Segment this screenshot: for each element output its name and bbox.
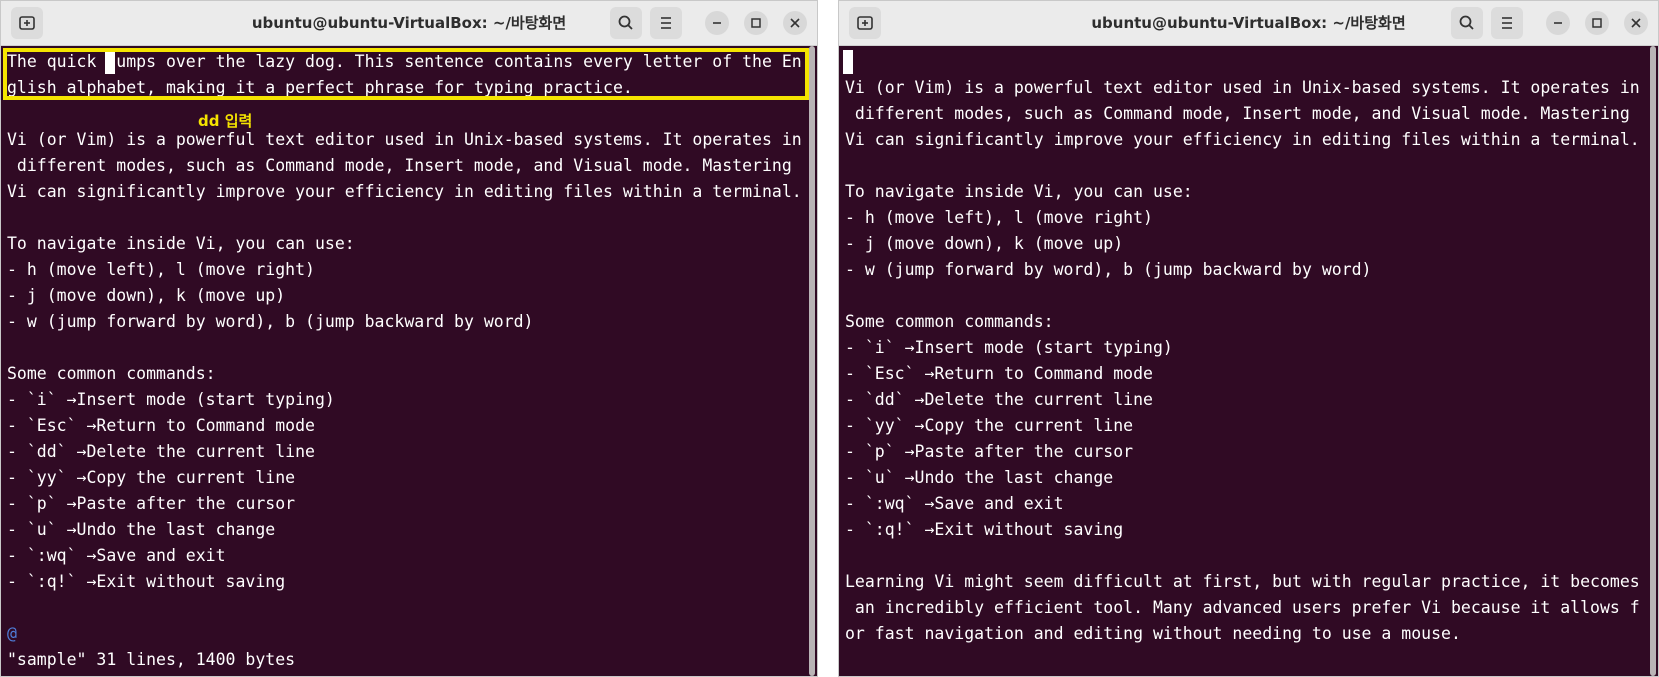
text-line: To navigate inside Vi, you can use: xyxy=(845,182,1193,201)
search-icon xyxy=(618,15,633,30)
maximize-icon xyxy=(751,18,761,28)
search-button[interactable] xyxy=(610,7,642,39)
minimize-button[interactable] xyxy=(705,11,729,35)
text-line: - `p` →Paste after the cursor xyxy=(845,442,1134,461)
highlight-box xyxy=(3,48,809,100)
text-line: Vi can significantly improve your effici… xyxy=(845,130,1640,149)
text-line: or fast navigation and editing without n… xyxy=(845,624,1461,643)
text-line: different modes, such as Command mode, I… xyxy=(845,104,1630,123)
text-line: - w (jump forward by word), b (jump back… xyxy=(7,312,534,331)
text-line: - `:wq` →Save and exit xyxy=(7,546,226,565)
menu-button[interactable] xyxy=(1491,7,1523,39)
new-tab-icon xyxy=(857,16,873,30)
hamburger-menu-icon xyxy=(1502,17,1512,29)
text-line: To navigate inside Vi, you can use: xyxy=(7,234,355,253)
menu-button[interactable] xyxy=(650,7,682,39)
terminal-window-right: ubuntu@ubuntu-VirtualBox: ~/바탕화면 Vi (or … xyxy=(838,0,1659,677)
maximize-icon xyxy=(1592,18,1602,28)
text-line: Learning Vi might seem difficult at firs… xyxy=(845,572,1640,591)
text-line: Some common commands: xyxy=(7,364,216,383)
text-line: - `Esc` →Return to Command mode xyxy=(845,364,1153,383)
minimize-icon xyxy=(713,22,721,24)
search-button[interactable] xyxy=(1451,7,1483,39)
text-line: - j (move down), k (move up) xyxy=(845,234,1124,253)
new-tab-icon xyxy=(19,16,35,30)
status-line: "sample" 31 lines, 1400 bytes xyxy=(7,650,296,669)
text-line: - `yy` →Copy the current line xyxy=(845,416,1134,435)
text-line: Vi (or Vim) is a powerful text editor us… xyxy=(7,130,802,149)
text-line: - `u` →Undo the last change xyxy=(845,468,1114,487)
close-icon xyxy=(1631,18,1641,28)
text-line: Some common commands: xyxy=(845,312,1054,331)
text-line: different modes, such as Command mode, I… xyxy=(7,156,792,175)
text-line: - `:wq` →Save and exit xyxy=(845,494,1064,513)
window-title: ubuntu@ubuntu-VirtualBox: ~/바탕화면 xyxy=(1091,14,1406,32)
text-line: - w (jump forward by word), b (jump back… xyxy=(845,260,1372,279)
scrollbar[interactable] xyxy=(809,46,815,676)
text-line: - `:q!` →Exit without saving xyxy=(845,520,1124,539)
text-cursor xyxy=(843,50,853,74)
text-line: - `dd` →Delete the current line xyxy=(845,390,1153,409)
close-button[interactable] xyxy=(783,11,807,35)
text-line: - `p` →Paste after the cursor xyxy=(7,494,296,513)
text-line: - h (move left), l (move right) xyxy=(845,208,1153,227)
text-line: an incredibly efficient tool. Many advan… xyxy=(845,598,1640,617)
text-line: - `:q!` →Exit without saving xyxy=(7,572,286,591)
text-line: - h (move left), l (move right) xyxy=(7,260,315,279)
scrollbar[interactable] xyxy=(1650,46,1656,676)
new-tab-button[interactable] xyxy=(849,7,881,39)
text-line: Vi (or Vim) is a powerful text editor us… xyxy=(845,78,1640,97)
new-tab-button[interactable] xyxy=(11,7,43,39)
title-bar[interactable]: ubuntu@ubuntu-VirtualBox: ~/바탕화면 xyxy=(1,1,817,46)
text-line: Vi can significantly improve your effici… xyxy=(7,182,802,201)
text-line: - `u` →Undo the last change xyxy=(7,520,276,539)
terminal-window-left: ubuntu@ubuntu-VirtualBox: ~/바탕화면 The qui… xyxy=(0,0,818,677)
maximize-button[interactable] xyxy=(744,11,768,35)
text-line: - `i` →Insert mode (start typing) xyxy=(7,390,335,409)
hamburger-menu-icon xyxy=(661,17,671,29)
close-button[interactable] xyxy=(1624,11,1648,35)
minimize-icon xyxy=(1554,22,1562,24)
minimize-button[interactable] xyxy=(1546,11,1570,35)
annotation-label: dd 입력 xyxy=(198,112,253,130)
title-bar[interactable]: ubuntu@ubuntu-VirtualBox: ~/바탕화면 xyxy=(839,1,1658,46)
text-line: - j (move down), k (move up) xyxy=(7,286,286,305)
search-icon xyxy=(1459,15,1474,30)
terminal-content[interactable]: The quick jumps over the lazy dog. This … xyxy=(1,46,817,676)
text-line: - `Esc` →Return to Command mode xyxy=(7,416,315,435)
text-line: - `dd` →Delete the current line xyxy=(7,442,315,461)
continuation-marker: @ xyxy=(7,624,17,643)
terminal-content[interactable]: Vi (or Vim) is a powerful text editor us… xyxy=(839,46,1658,676)
window-title: ubuntu@ubuntu-VirtualBox: ~/바탕화면 xyxy=(251,14,567,32)
text-line: - `i` →Insert mode (start typing) xyxy=(845,338,1173,357)
text-line: - `yy` →Copy the current line xyxy=(7,468,296,487)
maximize-button[interactable] xyxy=(1585,11,1609,35)
close-icon xyxy=(790,18,800,28)
